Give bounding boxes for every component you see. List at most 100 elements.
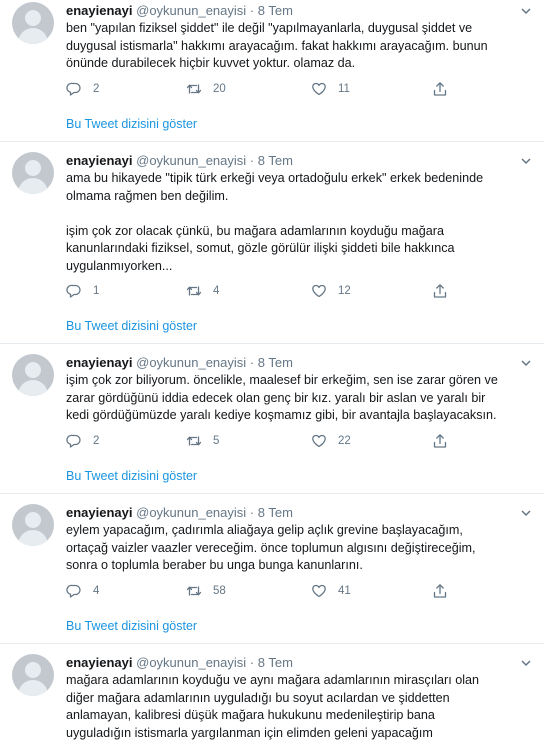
- retweet-count: 58: [213, 585, 226, 597]
- tweet-date[interactable]: 8 Tem: [258, 3, 293, 18]
- avatar[interactable]: [12, 354, 54, 396]
- reply-button[interactable]: 4: [66, 582, 99, 600]
- tweet-line: anlamayan, kalibresi düşük mağara hukuku…: [66, 708, 435, 722]
- retweet-count: 5: [213, 435, 220, 447]
- avatar[interactable]: [12, 2, 54, 44]
- share-button[interactable]: [432, 282, 448, 300]
- tweet-line: diğer mağara adamlarının uyguladığı bu s…: [66, 690, 450, 705]
- share-icon: [433, 584, 447, 598]
- tweet-line: ben "yapılan fiziksel şiddet" ile değil …: [66, 21, 473, 35]
- tweet-date[interactable]: 8 Tem: [258, 153, 293, 168]
- avatar[interactable]: [12, 152, 54, 194]
- retweet-icon: [186, 286, 202, 296]
- tweet-line: kanunlarındaki fiziksel, somut, gözle gö…: [66, 241, 455, 255]
- share-button[interactable]: [432, 80, 448, 98]
- tweet-actions: 2 20 11: [66, 80, 466, 98]
- retweet-button[interactable]: 4: [186, 282, 219, 300]
- user-handle[interactable]: @oykunun_enayisi: [136, 355, 246, 370]
- tweet-text: ben "yapılan fiziksel şiddet" ile değil …: [66, 20, 534, 73]
- share-icon: [433, 434, 447, 448]
- reply-icon: [66, 82, 81, 96]
- tweet-line: olmama rağmen ben değilim.: [66, 188, 229, 203]
- tweet-date[interactable]: 8 Tem: [258, 355, 293, 370]
- display-name[interactable]: enayienayi: [66, 505, 133, 520]
- separator-dot: ·: [249, 655, 255, 670]
- tweet-line: ortaçağ vaizler vaazler vereceğim. önce …: [66, 540, 476, 555]
- show-thread-link[interactable]: Bu Tweet dizisini göster: [66, 618, 197, 634]
- share-icon: [433, 82, 447, 96]
- display-name[interactable]: enayienayi: [66, 3, 133, 18]
- chevron-down-icon[interactable]: [520, 5, 532, 17]
- tweet-line: ama bu hikayede "tipik türk erkeği veya …: [66, 171, 484, 185]
- separator-dot: ·: [249, 355, 255, 370]
- reply-count: 2: [93, 435, 100, 447]
- tweet-line: kedi gördüğümüzde yaralı kediye koşmamız…: [66, 408, 497, 422]
- share-button[interactable]: [432, 582, 448, 600]
- separator-dot: ·: [249, 153, 255, 168]
- tweet-date[interactable]: 8 Tem: [258, 505, 293, 520]
- reply-count: 1: [93, 285, 100, 297]
- display-name[interactable]: enayienayi: [66, 153, 133, 168]
- user-handle[interactable]: @oykunun_enayisi: [136, 655, 246, 670]
- share-button[interactable]: [432, 432, 448, 450]
- like-count: 11: [338, 83, 350, 95]
- like-icon: [312, 82, 326, 96]
- like-count: 41: [338, 585, 351, 597]
- show-thread-link[interactable]: Bu Tweet dizisini göster: [66, 318, 197, 334]
- tweet-header: enayienayi @oykunun_enayisi · 8 Tem: [66, 152, 293, 170]
- user-handle[interactable]: @oykunun_enayisi: [136, 505, 246, 520]
- like-icon: [312, 584, 326, 598]
- reply-count: 2: [93, 83, 100, 95]
- chevron-down-icon[interactable]: [520, 657, 532, 669]
- retweet-button[interactable]: 5: [186, 432, 219, 450]
- reply-count: 4: [93, 585, 100, 597]
- like-icon: [312, 434, 326, 448]
- tweet-header: enayienayi @oykunun_enayisi · 8 Tem: [66, 2, 293, 20]
- retweet-icon: [186, 436, 202, 446]
- tweet-line: duygusal istismarla" hakkımı arayacağım.…: [66, 38, 488, 53]
- tweet-line: uyguladığın istismarla yargılanman için …: [66, 725, 433, 740]
- like-icon: [312, 284, 326, 298]
- chevron-down-icon[interactable]: [520, 357, 532, 369]
- like-button[interactable]: 22: [311, 432, 351, 450]
- reply-button[interactable]: 2: [66, 432, 99, 450]
- tweet-line: işim çok zor biliyorum. öncelikle, maale…: [66, 373, 498, 387]
- tweet-actions: 1 4 12: [66, 282, 466, 300]
- retweet-button[interactable]: 20: [186, 80, 226, 98]
- show-thread-link[interactable]: Bu Tweet dizisini göster: [66, 468, 197, 484]
- retweet-icon: [186, 586, 202, 596]
- divider: [0, 141, 544, 142]
- chevron-down-icon[interactable]: [520, 507, 532, 519]
- tweet-header: enayienayi @oykunun_enayisi · 8 Tem: [66, 354, 293, 372]
- user-handle[interactable]: @oykunun_enayisi: [136, 3, 246, 18]
- divider: [0, 643, 544, 644]
- divider: [0, 493, 544, 494]
- tweet-text: işim çok zor biliyorum. öncelikle, maale…: [66, 372, 534, 425]
- like-button[interactable]: 41: [311, 582, 351, 600]
- tweet-text: eylem yapacağım, çadırımla aliağaya geli…: [66, 522, 534, 575]
- like-button[interactable]: 12: [311, 282, 351, 300]
- retweet-button[interactable]: 58: [186, 582, 226, 600]
- reply-icon: [66, 284, 81, 298]
- like-button[interactable]: 11: [311, 80, 350, 98]
- avatar[interactable]: [12, 654, 54, 696]
- reply-button[interactable]: 2: [66, 80, 99, 98]
- reply-icon: [66, 434, 81, 448]
- show-thread-link[interactable]: Bu Tweet dizisini göster: [66, 116, 197, 132]
- reply-button[interactable]: 1: [66, 282, 99, 300]
- share-icon: [433, 284, 447, 298]
- tweet-date[interactable]: 8 Tem: [258, 655, 293, 670]
- chevron-down-icon[interactable]: [520, 155, 532, 167]
- tweet-actions: 4 58 41: [66, 582, 466, 600]
- divider: [0, 343, 544, 344]
- reply-icon: [66, 584, 81, 598]
- user-handle[interactable]: @oykunun_enayisi: [136, 153, 246, 168]
- tweet-line: önünde durabilecek hiçbir kuvvet yoktur.…: [66, 56, 356, 70]
- tweet-line: işim çok zor olacak çünkü, bu mağara ada…: [66, 223, 445, 238]
- avatar[interactable]: [12, 504, 54, 546]
- tweet-actions: 2 5 22: [66, 432, 466, 450]
- display-name[interactable]: enayienayi: [66, 355, 133, 370]
- display-name[interactable]: enayienayi: [66, 655, 133, 670]
- like-count: 12: [338, 285, 351, 297]
